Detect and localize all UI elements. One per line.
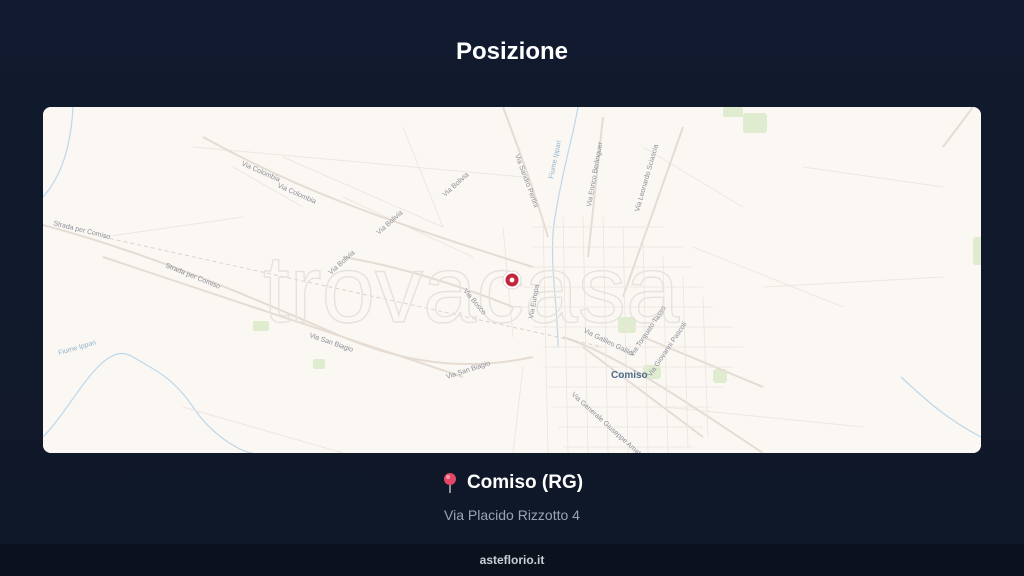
location-heading: Comiso (RG) xyxy=(441,472,583,494)
footer: asteflorio.it xyxy=(0,544,1024,576)
location-info: Comiso (RG) Via Placido Rizzotto 4 xyxy=(0,472,1024,523)
page-title: Posizione xyxy=(455,38,569,65)
location-address: Via Placido Rizzotto 4 xyxy=(444,507,580,523)
footer-site[interactable]: asteflorio.it xyxy=(480,553,545,567)
map-watermark: trovacasa xyxy=(263,236,680,343)
map-canvas[interactable]: trovacasa Via Colombia Via Colombia Via … xyxy=(43,107,981,453)
city-label: Comiso xyxy=(611,370,648,381)
location-title: Comiso (RG) xyxy=(466,472,584,493)
pin-icon xyxy=(441,472,459,494)
location-marker-icon[interactable] xyxy=(502,270,522,290)
map[interactable]: trovacasa Via Colombia Via Colombia Via … xyxy=(43,107,981,453)
